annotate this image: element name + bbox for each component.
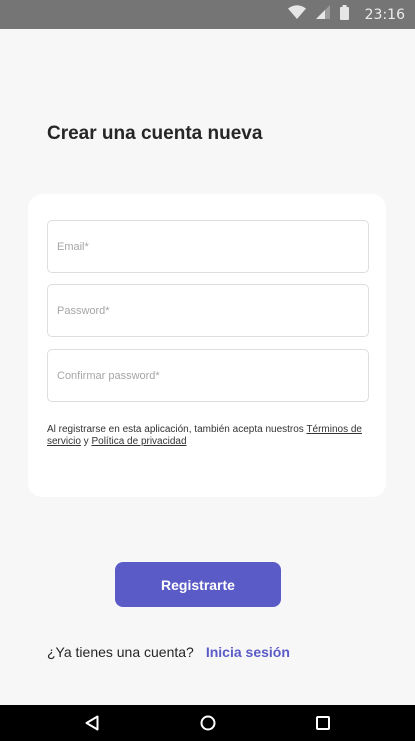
home-icon[interactable]	[199, 714, 217, 732]
login-prompt: ¿Ya tienes una cuenta?	[47, 644, 194, 660]
terms-text: Al registrarse en esta aplicación, tambi…	[47, 424, 367, 448]
password-field[interactable]	[47, 284, 369, 337]
signup-form-card: Al registrarse en esta aplicación, tambi…	[28, 194, 386, 497]
back-icon[interactable]	[83, 714, 101, 732]
login-row: ¿Ya tienes una cuenta? Inicia sesión	[47, 644, 290, 660]
confirm-password-input[interactable]	[57, 369, 368, 382]
email-field[interactable]	[47, 220, 369, 273]
password-input[interactable]	[57, 304, 368, 317]
signal-icon	[315, 5, 330, 24]
navigation-bar	[0, 705, 415, 741]
status-bar: 23:16	[0, 0, 415, 29]
terms-and: y	[80, 436, 92, 447]
register-button[interactable]: Registrarte	[115, 562, 281, 607]
terms-prefix: Al registrarse en esta aplicación, tambi…	[47, 424, 307, 435]
email-input[interactable]	[57, 240, 368, 253]
login-link[interactable]: Inicia sesión	[206, 644, 290, 660]
page-title: Crear una cuenta nueva	[47, 123, 263, 144]
battery-icon	[339, 4, 349, 25]
recent-apps-icon[interactable]	[314, 714, 332, 732]
status-time: 23:16	[364, 6, 405, 23]
confirm-password-field[interactable]	[47, 349, 369, 402]
privacy-policy-link[interactable]: Política de privacidad	[91, 436, 186, 447]
wifi-icon	[287, 5, 306, 24]
